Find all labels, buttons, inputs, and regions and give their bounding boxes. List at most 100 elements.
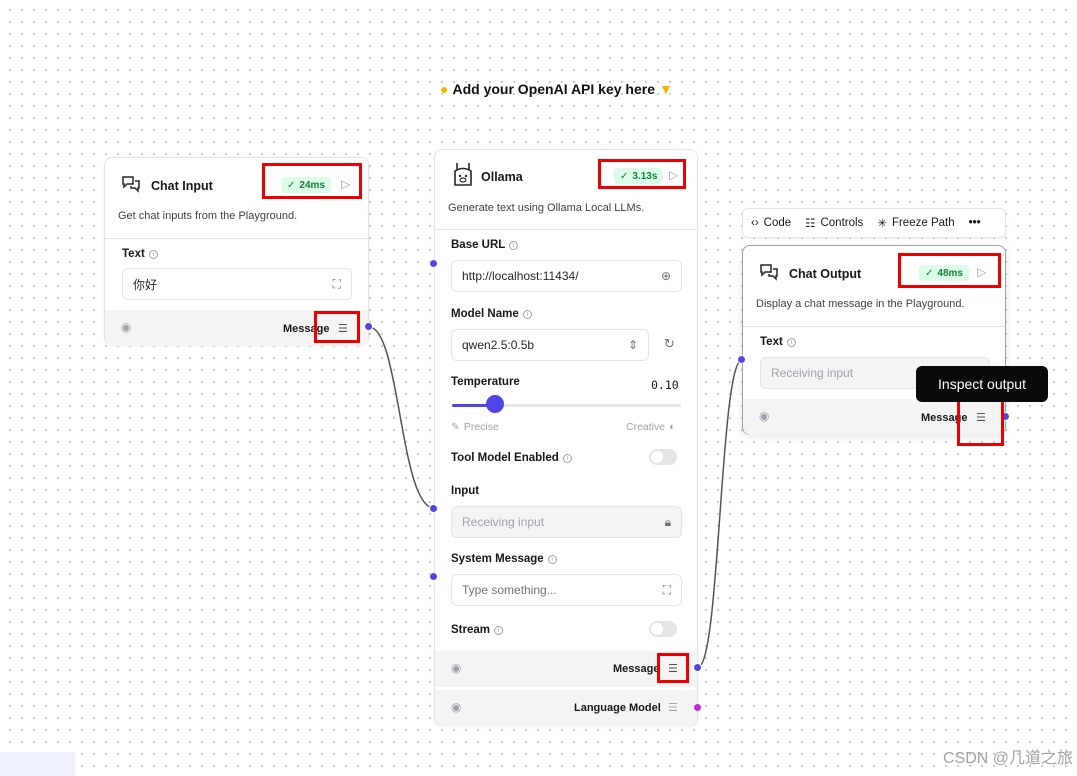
chat-bubbles-icon xyxy=(757,260,781,284)
node-title: Chat Input xyxy=(151,179,213,193)
ollama-node[interactable]: Ollama ✓ 3.13s ▷ Generate text using Olla… xyxy=(434,149,698,726)
info-icon: i xyxy=(547,554,557,564)
chat-output-input-handle[interactable] xyxy=(737,355,746,364)
stream-toggle[interactable] xyxy=(649,621,677,637)
temperature-label: Temperature xyxy=(451,376,520,388)
divider xyxy=(435,229,697,230)
text-field-label: Text i xyxy=(760,336,796,348)
input-label: Input xyxy=(451,485,480,497)
tool-model-label: Tool Model Enabled i xyxy=(451,452,572,464)
divider xyxy=(743,326,1005,327)
inspect-output-icon[interactable]: ☰ xyxy=(668,662,678,675)
edge-chatinput-to-ollama xyxy=(368,326,435,509)
more-button[interactable]: ••• xyxy=(969,217,981,229)
note-text: Add your OpenAI API key here xyxy=(452,81,655,97)
info-icon: i xyxy=(148,249,158,259)
input-field: Receiving input 🔒︎ xyxy=(451,506,682,538)
check-icon: ✓ xyxy=(287,179,296,191)
llama-icon xyxy=(451,162,475,186)
model-output-row: ◉ Language Model ☰ xyxy=(435,690,697,726)
watermark: CSDN @几道之旅 xyxy=(942,750,1073,767)
chat-output-message-handle[interactable] xyxy=(1001,412,1010,421)
precise-label: ✎ Precise xyxy=(451,421,499,433)
slider-thumb[interactable] xyxy=(486,395,504,413)
output-row: ◉ Message ☰ xyxy=(105,310,368,346)
run-status-badge: ✓ 3.13s xyxy=(614,168,664,184)
pointing-down-icon: ▼ xyxy=(659,81,673,97)
lock-icon: 🔒︎ xyxy=(664,515,671,529)
output-label: Message xyxy=(921,412,968,424)
temperature-value: 0.10 xyxy=(651,378,679,392)
flow-canvas[interactable]: ● Add your OpenAI API key here ▼ Chat In… xyxy=(0,0,1077,776)
node-title: Ollama xyxy=(481,170,523,184)
ollama-message-handle[interactable] xyxy=(693,663,702,672)
expand-icon[interactable]: ⛶ xyxy=(663,583,671,598)
freeze-path-button[interactable]: ✳ Freeze Path xyxy=(877,216,954,230)
chat-output-node[interactable]: Chat Output ✓ 48ms ▷ Display a chat messa… xyxy=(742,245,1006,435)
edge-ollama-to-chatoutput xyxy=(697,359,743,668)
model-name-label: Model Name i xyxy=(451,308,532,320)
minimap-corner xyxy=(0,752,75,776)
eye-icon[interactable]: ◉ xyxy=(451,700,461,714)
inspect-output-icon[interactable]: ☰ xyxy=(338,322,348,335)
node-header: Ollama ✓ 3.13s ▷ xyxy=(435,150,697,206)
node-title: Chat Output xyxy=(789,267,862,281)
model-name-select[interactable]: qwen2.5:0.5b ⇕ xyxy=(451,329,649,361)
input-handle[interactable] xyxy=(429,504,438,513)
ollama-model-handle[interactable] xyxy=(693,703,702,712)
base-url-input[interactable]: http://localhost:11434/ ⊕ xyxy=(451,260,682,292)
creative-label: Creative ◐ xyxy=(626,421,676,433)
code-icon: ‹› xyxy=(751,217,759,229)
feather-icon: ✎ xyxy=(451,421,460,433)
stream-label: Stream i xyxy=(451,624,503,636)
eye-icon[interactable]: ◉ xyxy=(759,409,769,423)
refresh-icon[interactable]: ↻ xyxy=(664,336,675,352)
inspect-output-tooltip: Inspect output xyxy=(916,366,1048,402)
inspect-output-icon[interactable]: ☰ xyxy=(976,411,986,424)
info-icon: i xyxy=(509,240,519,250)
info-icon: i xyxy=(494,625,503,635)
run-button[interactable]: ▷ xyxy=(977,265,986,279)
eye-icon[interactable]: ◉ xyxy=(451,661,461,675)
tool-model-toggle[interactable] xyxy=(649,449,677,465)
globe-icon[interactable]: ⊕ xyxy=(661,269,671,283)
check-icon: ✓ xyxy=(925,267,934,279)
note-annotation: ● Add your OpenAI API key here ▼ xyxy=(440,78,673,100)
output-label: Language Model xyxy=(574,702,661,714)
divider xyxy=(105,238,368,239)
output-row: ◉ Message ☰ xyxy=(743,399,1005,435)
eye-icon[interactable]: ◉ xyxy=(121,320,131,334)
text-field-label: Text i xyxy=(122,248,158,260)
controls-button[interactable]: ☷ Controls xyxy=(805,216,863,230)
base-url-handle[interactable] xyxy=(429,259,438,268)
run-button[interactable]: ▷ xyxy=(669,168,678,182)
text-input[interactable]: 你好 ⛶ xyxy=(122,268,352,300)
palette-icon: ◐ xyxy=(669,421,676,433)
base-url-label: Base URL i xyxy=(451,239,519,251)
system-message-input[interactable]: Type something... ⛶ xyxy=(451,574,682,606)
info-icon: i xyxy=(786,337,796,347)
chat-input-message-handle[interactable] xyxy=(364,322,373,331)
snowflake-icon: ✳ xyxy=(877,218,887,230)
chevron-updown-icon: ⇕ xyxy=(627,338,638,352)
chat-bubbles-icon xyxy=(119,172,143,196)
chat-input-node[interactable]: Chat Input ✓ 24ms ▷ Get chat inputs from … xyxy=(104,157,369,346)
run-status-badge: ✓ 24ms xyxy=(281,177,331,193)
node-header: Chat Input ✓ 24ms ▷ xyxy=(105,158,368,214)
output-label: Message xyxy=(283,323,330,335)
expand-icon[interactable]: ⛶ xyxy=(333,277,341,292)
code-button[interactable]: ‹› Code xyxy=(751,217,791,229)
info-icon: i xyxy=(522,309,532,319)
inspect-output-icon[interactable]: ☰ xyxy=(668,701,678,714)
node-description: Generate text using Ollama Local LLMs. xyxy=(448,202,645,214)
node-description: Get chat inputs from the Playground. xyxy=(118,210,298,222)
lightbulb-icon: ● xyxy=(440,81,449,97)
node-description: Display a chat message in the Playground… xyxy=(756,298,965,310)
info-icon: i xyxy=(562,453,572,463)
system-message-handle[interactable] xyxy=(429,572,438,581)
node-header: Chat Output ✓ 48ms ▷ xyxy=(743,246,1005,302)
message-output-row: ◉ Message ☰ xyxy=(435,651,697,687)
system-message-label: System Message i xyxy=(451,553,557,565)
run-button[interactable]: ▷ xyxy=(341,177,350,191)
output-label: Message xyxy=(613,663,660,675)
